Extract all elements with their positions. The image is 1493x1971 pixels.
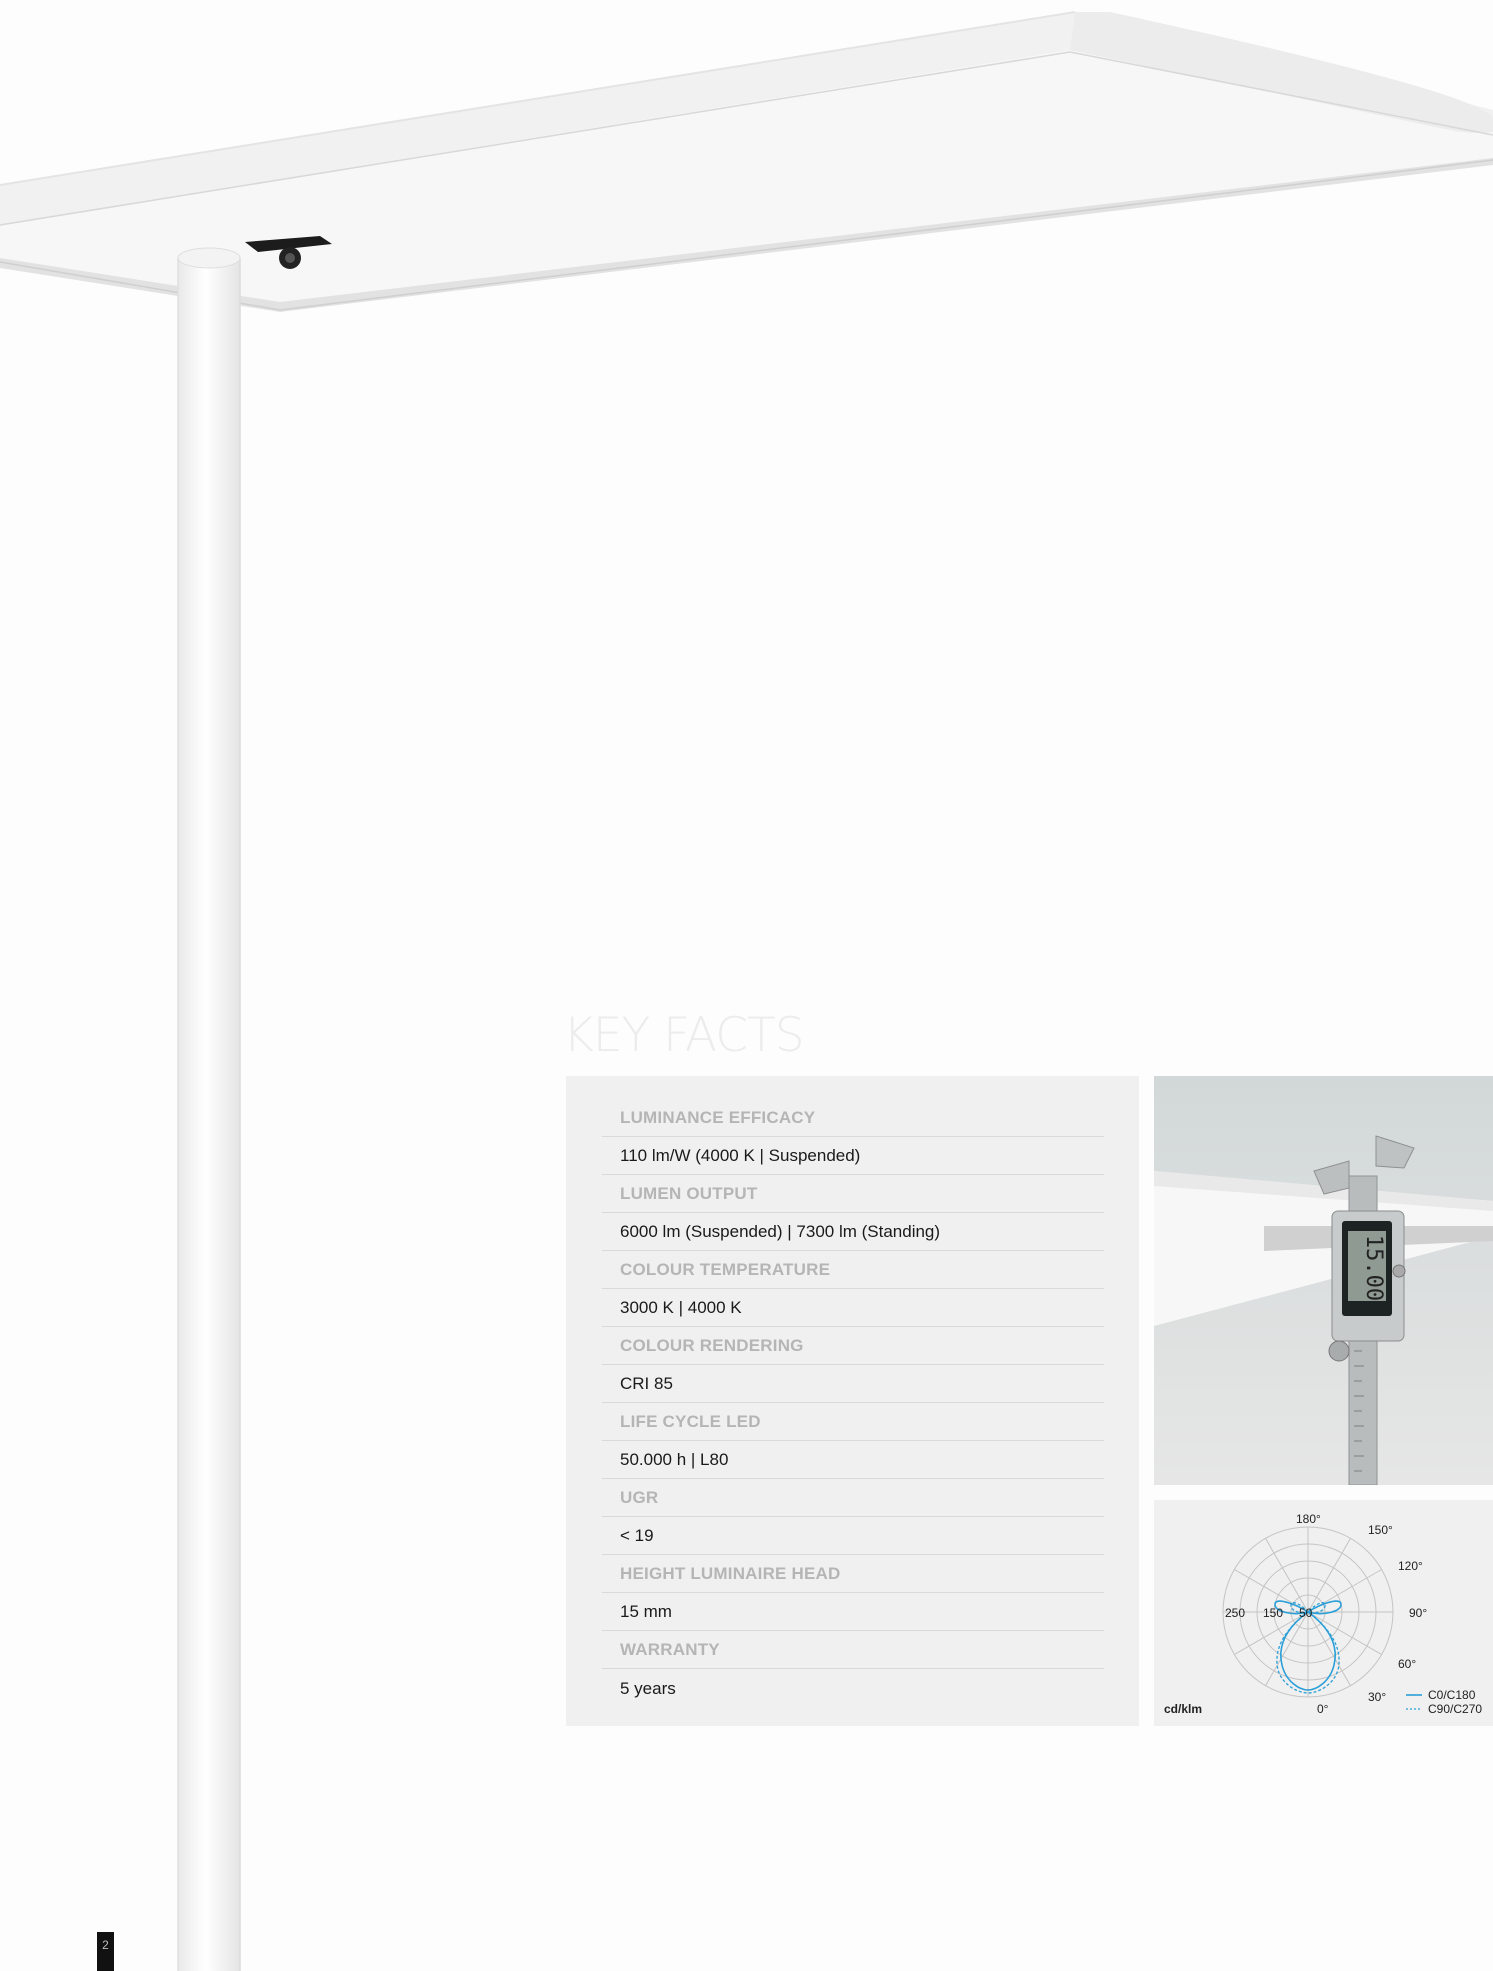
fact-label: COLOUR RENDERING [620,1336,804,1355]
fact-value: 3000 K | 4000 K [620,1298,742,1317]
angle-label: 180° [1296,1512,1321,1526]
unit-label: cd/klm [1164,1702,1202,1716]
fact-value: 110 lm/W (4000 K | Suspended) [620,1146,861,1165]
fact-value: 15 mm [620,1602,672,1621]
fact-value-row: 50.000 h | L80 [602,1442,1104,1479]
fact-value: < 19 [620,1526,654,1545]
radial-label: 250 [1225,1606,1245,1620]
fact-value: 50.000 h | L80 [620,1450,729,1469]
page-number: 2 [97,1932,114,1971]
fact-label-row: LUMEN OUTPUT [602,1176,1104,1213]
fact-value-row: 110 lm/W (4000 K | Suspended) [602,1138,1104,1175]
fact-label: COLOUR TEMPERATURE [620,1260,831,1279]
fact-label-row: LIFE CYCLE LED [602,1404,1104,1441]
fact-label-row: COLOUR RENDERING [602,1328,1104,1365]
caliper-photo: 15.00 [1154,1076,1493,1485]
fact-value-row: 6000 lm (Suspended) | 7300 lm (Standing) [602,1214,1104,1251]
facts-list: LUMINANCE EFFICACY 110 lm/W (4000 K | Su… [602,1100,1104,1708]
radial-label: 50 [1299,1606,1313,1620]
fact-label: LUMEN OUTPUT [620,1184,758,1203]
legend-label: C0/C180 [1428,1688,1476,1702]
fact-label-row: UGR [602,1480,1104,1517]
legend-label: C90/C270 [1428,1702,1482,1716]
fact-label: WARRANTY [620,1640,720,1659]
angle-label: 0° [1317,1702,1329,1716]
fact-value-row: < 19 [602,1518,1104,1555]
fact-value-row: 15 mm [602,1594,1104,1631]
key-facts-panel: LUMINANCE EFFICACY 110 lm/W (4000 K | Su… [566,1076,1139,1726]
fact-label: LUMINANCE EFFICACY [620,1108,816,1127]
fact-label: UGR [620,1488,659,1507]
fact-label-row: HEIGHT LUMINAIRE HEAD [602,1556,1104,1593]
fact-value-row: 5 years [602,1670,1104,1707]
section-title: KEY FACTS [563,1008,805,1063]
fact-label-row: LUMINANCE EFFICACY [602,1100,1104,1137]
angle-label: 120° [1398,1559,1423,1573]
light-distribution-diagram: 180° 150° 120° 90° 60° 30° 0° 250 150 50… [1154,1500,1493,1726]
fact-value: 6000 lm (Suspended) | 7300 lm (Standing) [620,1222,941,1241]
radial-label: 150 [1263,1606,1283,1620]
fact-label: HEIGHT LUMINAIRE HEAD [620,1564,841,1583]
angle-label: 90° [1409,1606,1427,1620]
fact-label-row: COLOUR TEMPERATURE [602,1252,1104,1289]
caliper-display: 15.00 [1361,1235,1386,1301]
angle-label: 150° [1368,1523,1393,1537]
angle-label: 30° [1368,1690,1386,1704]
fact-value: CRI 85 [620,1374,673,1393]
fact-label: LIFE CYCLE LED [620,1412,761,1431]
angle-label: 60° [1398,1657,1416,1671]
fact-value: 5 years [620,1678,676,1698]
fact-value-row: 3000 K | 4000 K [602,1290,1104,1327]
fact-value-row: CRI 85 [602,1366,1104,1403]
fact-label-row: WARRANTY [602,1632,1104,1669]
